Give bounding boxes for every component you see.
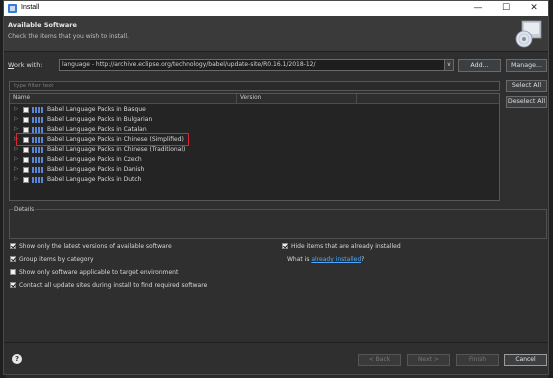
tree-row[interactable]: ▷ Babel Language Packs in Basque bbox=[10, 105, 499, 115]
tree-row[interactable]: ▷ Babel Language Packs in Chinese (Tradi… bbox=[10, 145, 499, 155]
tree-row[interactable]: ▷ Babel Language Packs in Danish bbox=[10, 165, 499, 175]
finish-button[interactable]: Finish bbox=[456, 354, 499, 366]
row-checkbox[interactable] bbox=[23, 107, 29, 113]
expand-arrow-icon[interactable]: ▷ bbox=[14, 176, 18, 182]
next-button[interactable]: Next > bbox=[407, 354, 450, 366]
select-all-button[interactable]: Select All bbox=[506, 80, 547, 92]
back-button[interactable]: < Back bbox=[358, 354, 401, 366]
row-label: Babel Language Packs in Dutch bbox=[47, 176, 142, 183]
checkbox-checked[interactable] bbox=[282, 243, 288, 249]
tree-row[interactable]: ▷ Babel Language Packs in Czech bbox=[10, 155, 499, 165]
annotation-highlight-box bbox=[16, 133, 189, 146]
what-is-installed-text: What is already installed? bbox=[287, 256, 365, 263]
row-label: Babel Language Packs in Basque bbox=[47, 106, 146, 113]
details-label: Details bbox=[13, 207, 36, 213]
header-banner: Available Software Check the items that … bbox=[4, 16, 548, 52]
column-header-version[interactable]: Version bbox=[240, 95, 261, 101]
package-icon bbox=[32, 177, 43, 183]
close-icon[interactable]: ✕ bbox=[522, 1, 546, 16]
page-subtitle: Check the items that you wish to install… bbox=[8, 33, 129, 40]
hide-installed-option[interactable]: Hide items that are already installed bbox=[282, 243, 401, 251]
title-bar: Install — ☐ ✕ bbox=[4, 1, 548, 16]
filter-input[interactable]: type filter text bbox=[9, 81, 500, 91]
software-tree[interactable]: Name Version ▷ Babel Language Packs in B… bbox=[9, 93, 500, 201]
row-label: Babel Language Packs in Danish bbox=[47, 166, 145, 173]
package-icon bbox=[32, 157, 43, 163]
tree-row[interactable]: ▷ Babel Language Packs in Dutch bbox=[10, 175, 499, 185]
contact-sites-option[interactable]: Contact all update sites during install … bbox=[10, 282, 207, 290]
install-cd-icon bbox=[515, 20, 542, 48]
row-checkbox[interactable] bbox=[23, 147, 29, 153]
expand-arrow-icon[interactable]: ▷ bbox=[14, 116, 18, 122]
expand-arrow-icon[interactable]: ▷ bbox=[14, 156, 18, 162]
deselect-all-button[interactable]: Deselect All bbox=[506, 96, 547, 108]
row-label: Babel Language Packs in Catalan bbox=[47, 126, 147, 133]
row-checkbox[interactable] bbox=[23, 177, 29, 183]
package-icon bbox=[32, 167, 43, 173]
target-environment-option[interactable]: Show only software applicable to target … bbox=[10, 269, 178, 277]
window-title: Install bbox=[21, 4, 40, 11]
details-group bbox=[9, 209, 547, 239]
package-icon bbox=[32, 117, 43, 123]
help-icon[interactable]: ? bbox=[12, 354, 22, 364]
row-label: Babel Language Packs in Bulgarian bbox=[47, 116, 153, 123]
checkbox-checked[interactable] bbox=[10, 256, 16, 262]
checkbox-checked[interactable] bbox=[10, 243, 16, 249]
manage-button[interactable]: Manage... bbox=[506, 59, 547, 72]
cancel-button[interactable]: Cancel bbox=[504, 354, 547, 366]
tree-header: Name Version bbox=[10, 94, 499, 104]
minimize-icon[interactable]: — bbox=[466, 1, 490, 16]
tree-row[interactable]: ▷ Babel Language Packs in Bulgarian bbox=[10, 115, 499, 125]
install-dialog: Install — ☐ ✕ Available Software Check t… bbox=[3, 0, 549, 375]
package-icon bbox=[32, 147, 43, 153]
already-installed-link[interactable]: already installed bbox=[311, 256, 361, 263]
work-with-label: Work with: bbox=[8, 61, 43, 69]
row-checkbox[interactable] bbox=[23, 117, 29, 123]
chevron-down-icon[interactable]: ∨ bbox=[444, 59, 454, 71]
page-heading: Available Software bbox=[8, 21, 77, 29]
expand-arrow-icon[interactable]: ▷ bbox=[14, 146, 18, 152]
checkbox-unchecked[interactable] bbox=[10, 269, 16, 275]
add-button[interactable]: Add... bbox=[458, 59, 501, 72]
row-label: Babel Language Packs in Chinese (Traditi… bbox=[47, 146, 186, 153]
row-checkbox[interactable] bbox=[23, 157, 29, 163]
group-by-category-option[interactable]: Group items by category bbox=[10, 256, 94, 264]
expand-arrow-icon[interactable]: ▷ bbox=[14, 106, 18, 112]
checkbox-checked[interactable] bbox=[10, 282, 16, 288]
latest-versions-option[interactable]: Show only the latest versions of availab… bbox=[10, 243, 172, 251]
maximize-icon[interactable]: ☐ bbox=[494, 1, 518, 16]
expand-arrow-icon[interactable]: ▷ bbox=[14, 166, 18, 172]
work-with-combo[interactable]: language - http://archive.eclipse.org/te… bbox=[59, 59, 445, 71]
package-icon bbox=[32, 107, 43, 113]
column-header-name[interactable]: Name bbox=[13, 95, 30, 101]
expand-arrow-icon[interactable]: ▷ bbox=[14, 126, 18, 132]
eclipse-window-icon bbox=[8, 4, 17, 13]
row-checkbox[interactable] bbox=[23, 167, 29, 173]
row-label: Babel Language Packs in Czech bbox=[47, 156, 142, 163]
